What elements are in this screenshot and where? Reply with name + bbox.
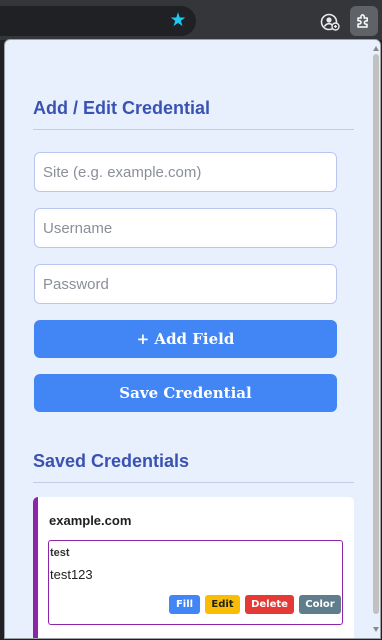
delete-button[interactable]: Delete: [245, 595, 294, 614]
extensions-button[interactable]: [350, 6, 378, 36]
credential-card: example.com test test123 Fill Edit Delet…: [33, 497, 354, 638]
credential-details: test test123 Fill Edit Delete Color: [48, 540, 343, 625]
username-input[interactable]: [34, 208, 337, 248]
save-credential-button[interactable]: Save Credential: [34, 374, 337, 412]
credential-site: example.com: [49, 513, 132, 528]
credential-password: test123: [50, 567, 93, 582]
profile-icon[interactable]: [319, 11, 341, 33]
extension-popup: Add / Edit Credential + Add Field Save C…: [4, 39, 381, 639]
scroll-up-arrow[interactable]: [373, 46, 379, 51]
site-input[interactable]: [34, 152, 337, 192]
password-input[interactable]: [34, 264, 337, 304]
credential-username: test: [50, 547, 70, 559]
fill-button[interactable]: Fill: [169, 595, 200, 614]
address-bar[interactable]: [0, 6, 196, 36]
saved-credentials-title: Saved Credentials: [33, 451, 354, 483]
add-field-button[interactable]: + Add Field: [34, 320, 337, 358]
bookmark-star-icon[interactable]: ★: [168, 11, 188, 31]
scrollbar[interactable]: [372, 40, 380, 638]
browser-toolbar: ★: [0, 0, 382, 40]
edit-button[interactable]: Edit: [205, 595, 240, 614]
puzzle-icon: [357, 14, 368, 28]
color-button[interactable]: Color: [299, 595, 341, 614]
scroll-down-arrow[interactable]: [373, 627, 379, 632]
form-title: Add / Edit Credential: [33, 98, 354, 130]
scroll-thumb[interactable]: [373, 54, 379, 614]
